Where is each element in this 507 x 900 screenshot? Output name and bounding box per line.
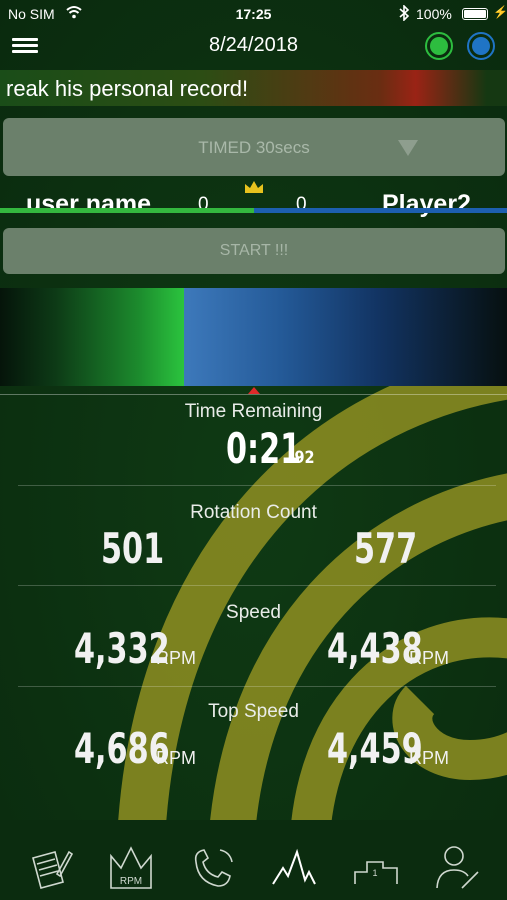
crown-rpm-icon: RPM — [110, 846, 152, 889]
ticker-text: reak his personal record! — [6, 76, 249, 101]
player2-bar — [254, 208, 507, 213]
bluetooth-icon — [398, 4, 410, 24]
player1-bar — [0, 208, 254, 213]
center-marker-icon — [248, 387, 260, 394]
start-button[interactable]: START !!! — [3, 228, 505, 274]
dropdown-arrow-icon — [398, 140, 418, 156]
podium-icon: 1 — [354, 861, 398, 884]
crown-icon — [245, 181, 263, 193]
player1-top-speed-unit: RPM — [156, 748, 196, 768]
mode-select[interactable]: TIMED 30secs — [3, 118, 505, 176]
player2-indicator[interactable] — [467, 32, 495, 60]
tab-ranking-label: 1 — [372, 868, 377, 878]
player2-name: Player2 — [382, 190, 471, 218]
time-remaining-fraction: .92 — [289, 448, 315, 468]
player2-progress — [184, 288, 507, 386]
divider — [18, 686, 496, 687]
player1-rotation-count: 501 — [101, 524, 165, 573]
mode-select-value: TIMED 30secs — [198, 138, 310, 157]
tab-graph[interactable] — [271, 844, 317, 890]
top-speed-label: Top Speed — [208, 701, 299, 722]
battery-percent: 100% — [416, 6, 452, 22]
battery-icon — [462, 8, 488, 20]
tab-ranking[interactable]: 1 — [353, 844, 399, 890]
tab-profile[interactable] — [434, 844, 480, 890]
profile-icon — [436, 846, 479, 889]
graph-icon — [272, 848, 316, 885]
player2-speed-unit: RPM — [409, 648, 449, 668]
divider — [18, 585, 496, 586]
player2-top-speed-unit: RPM — [409, 748, 449, 768]
tab-rpm[interactable]: RPM — [108, 844, 154, 890]
divider — [18, 485, 496, 486]
player1-speed-unit: RPM — [156, 648, 196, 668]
tab-versus[interactable] — [190, 844, 236, 890]
tab-rpm-label: RPM — [120, 876, 142, 887]
charging-icon: ⚡ — [493, 5, 507, 19]
score-row: user name 0 0 Player2 — [0, 176, 507, 220]
ticker-banner: reak his personal record! — [0, 70, 507, 106]
player1-name: user name — [26, 190, 152, 218]
rotation-count-label: Rotation Count — [190, 502, 317, 523]
player1-indicator[interactable] — [425, 32, 453, 60]
progress-band — [0, 288, 507, 386]
divider — [0, 394, 507, 395]
player1-progress — [0, 288, 184, 386]
speed-label: Speed — [226, 602, 281, 623]
tab-log[interactable] — [27, 844, 74, 890]
tab-bar: RPM 1 — [0, 834, 507, 900]
versus-icon — [194, 849, 233, 887]
time-remaining-label: Time Remaining — [184, 401, 323, 422]
player2-rotation-count: 577 — [354, 524, 418, 573]
notepad-icon — [32, 850, 74, 889]
start-button-label: START !!! — [219, 242, 289, 259]
nav-bar: 8/24/2018 — [0, 28, 507, 68]
status-bar: No SIM 17:25 100% ⚡ — [0, 0, 507, 28]
